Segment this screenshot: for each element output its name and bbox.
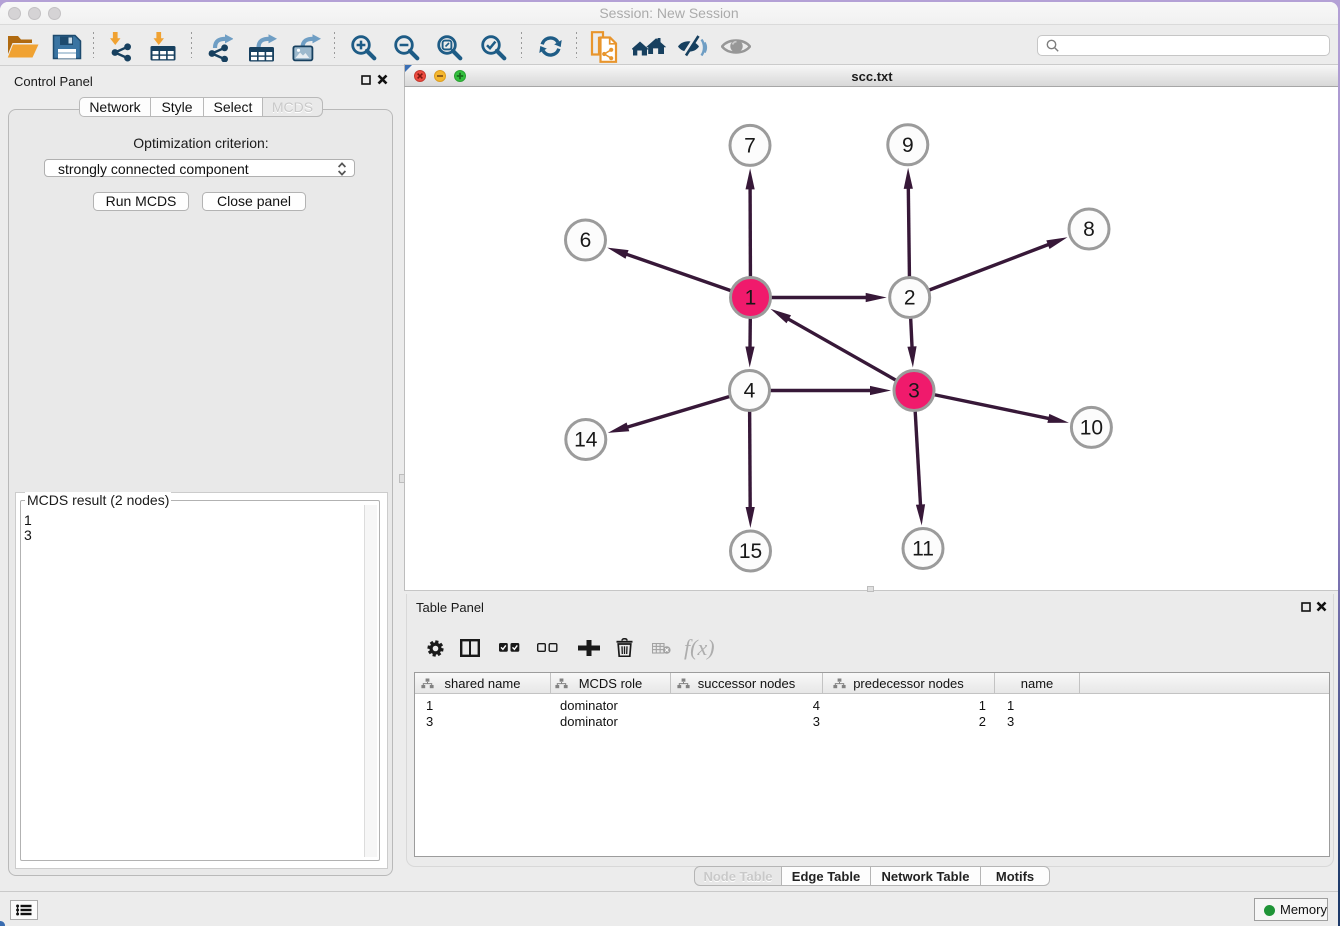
svg-text:3: 3 [908,380,920,403]
svg-text:10: 10 [1080,417,1103,440]
svg-text:4: 4 [744,380,756,403]
svg-text:9: 9 [902,134,914,157]
svg-text:6: 6 [580,229,592,252]
svg-text:1: 1 [745,287,757,310]
svg-text:14: 14 [574,429,598,452]
svg-text:2: 2 [904,287,916,310]
svg-text:11: 11 [912,538,934,561]
svg-text:7: 7 [744,135,756,158]
svg-text:8: 8 [1083,218,1095,241]
svg-text:15: 15 [739,540,762,563]
